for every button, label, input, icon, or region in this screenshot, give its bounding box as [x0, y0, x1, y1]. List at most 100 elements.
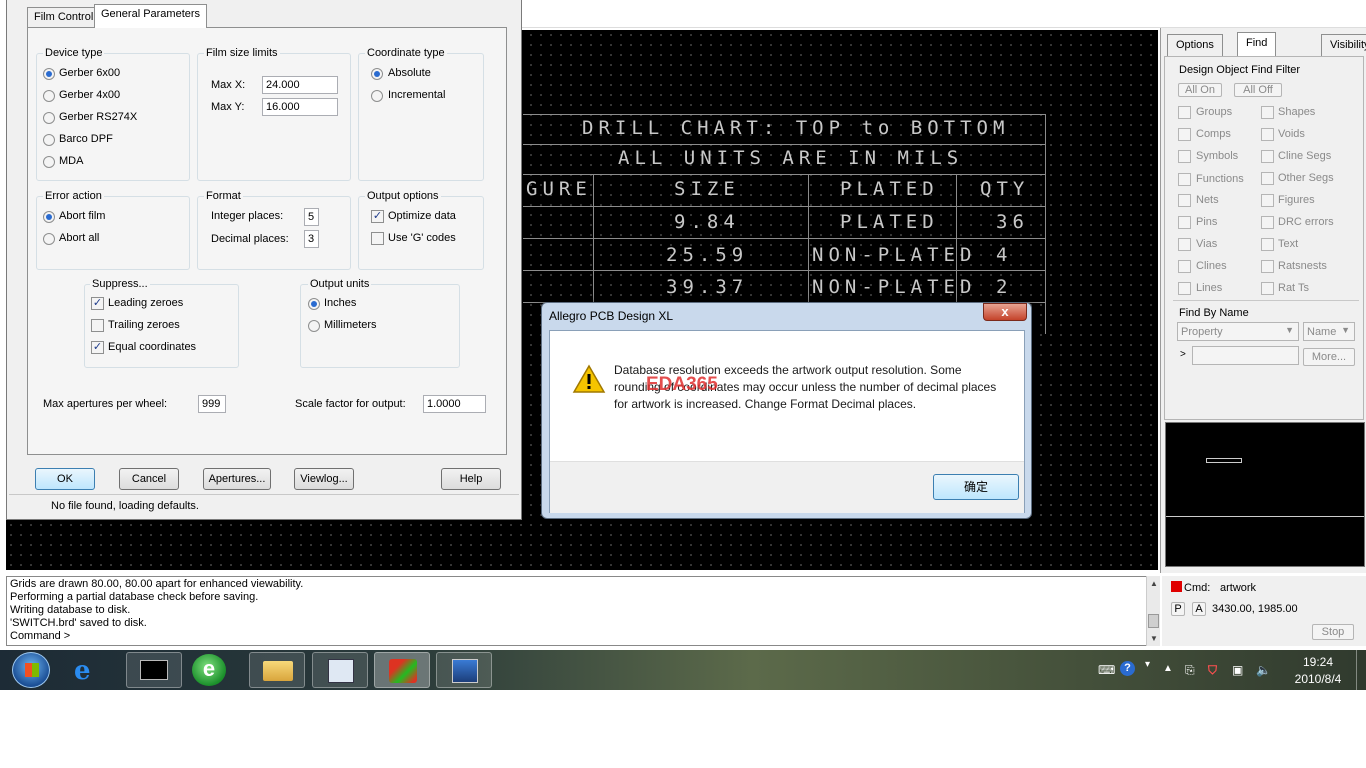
pins-checkbox[interactable]: [1178, 216, 1191, 229]
language-icon[interactable]: ▾: [1145, 659, 1150, 670]
internet-explorer-icon[interactable]: e: [74, 658, 108, 684]
scroll-up-icon[interactable]: ▲: [1150, 579, 1158, 588]
comps-checkbox[interactable]: [1178, 128, 1191, 141]
film-size-title: Film size limits: [204, 47, 280, 59]
cline-segs-checkbox[interactable]: [1261, 150, 1274, 163]
command-prompt[interactable]: Command >: [10, 630, 1156, 643]
property-dropdown[interactable]: Property ▼: [1177, 322, 1299, 341]
device-gerber-4x00-radio[interactable]: [43, 90, 55, 102]
use-g-codes-checkbox[interactable]: [371, 232, 384, 245]
symbols-checkbox[interactable]: [1178, 150, 1191, 163]
tab-find[interactable]: Find: [1237, 32, 1277, 56]
device-mda-radio[interactable]: [43, 156, 55, 168]
use-g-codes-label: Use 'G' codes: [388, 232, 456, 244]
drill-cell: 4: [996, 244, 1013, 266]
minimap-divider: [1166, 516, 1364, 517]
integer-places-input[interactable]: 5: [304, 208, 319, 226]
all-on-button[interactable]: All On: [1178, 83, 1222, 97]
leading-zeroes-checkbox[interactable]: ✓: [91, 297, 104, 310]
browser-icon[interactable]: e: [192, 654, 226, 686]
tab-film-control[interactable]: Film Control: [27, 7, 101, 27]
filter-item-label: Cline Segs: [1278, 150, 1332, 162]
other-segs-checkbox[interactable]: [1261, 172, 1274, 185]
tab-general-parameters[interactable]: General Parameters: [94, 4, 208, 28]
equal-coordinates-checkbox[interactable]: ✓: [91, 341, 104, 354]
groups-checkbox[interactable]: [1178, 106, 1191, 119]
console-output[interactable]: Grids are drawn 80.00, 80.00 apart for e…: [6, 576, 1160, 646]
alert-body: Database resolution exceeds the artwork …: [549, 330, 1025, 513]
taskbar-app-button[interactable]: [312, 652, 368, 688]
filter-item-label: Lines: [1196, 282, 1223, 294]
drill-cell: NON-PLATED: [812, 244, 977, 266]
millimeters-radio[interactable]: [308, 320, 320, 332]
cancel-button[interactable]: Cancel: [119, 468, 179, 490]
drill-cell: NON-PLATED: [812, 276, 977, 298]
volume-icon[interactable]: 🔈: [1256, 663, 1271, 677]
find-name-input[interactable]: [1192, 346, 1299, 365]
trailing-zeroes-checkbox[interactable]: [91, 319, 104, 332]
max-apertures-input[interactable]: 999: [198, 395, 226, 413]
taskbar-allegro-button[interactable]: [374, 652, 430, 688]
device-gerber-rs274x-radio[interactable]: [43, 112, 55, 124]
drc-errors-checkbox[interactable]: [1261, 216, 1274, 229]
world-view-minimap[interactable]: [1165, 422, 1365, 567]
optimize-data-checkbox[interactable]: ✓: [371, 210, 384, 223]
close-button[interactable]: x: [983, 303, 1027, 321]
figures-checkbox[interactable]: [1261, 194, 1274, 207]
start-button[interactable]: [12, 652, 50, 688]
a-button[interactable]: A: [1192, 602, 1206, 616]
name-label: Name: [1307, 326, 1337, 338]
clock[interactable]: 19:24 2010/8/4: [1288, 655, 1348, 686]
taskbar-app2-button[interactable]: [436, 652, 492, 688]
network-icon[interactable]: ▣: [1232, 663, 1243, 677]
rat-ts-checkbox[interactable]: [1261, 282, 1274, 295]
max-x-input[interactable]: 24.000: [262, 76, 338, 94]
inches-radio[interactable]: [308, 298, 320, 310]
voids-checkbox[interactable]: [1261, 128, 1274, 141]
shapes-checkbox[interactable]: [1261, 106, 1274, 119]
alert-footer: 确定: [550, 461, 1024, 513]
abort-all-radio[interactable]: [43, 233, 55, 245]
tab-visibility[interactable]: Visibility: [1321, 34, 1366, 56]
console-scrollbar[interactable]: ▲ ▼: [1146, 576, 1160, 646]
functions-checkbox[interactable]: [1178, 173, 1191, 186]
vias-checkbox[interactable]: [1178, 238, 1191, 251]
p-button[interactable]: P: [1171, 602, 1185, 616]
incremental-radio[interactable]: [371, 90, 383, 102]
scale-factor-input[interactable]: 1.0000: [423, 395, 486, 413]
help-icon[interactable]: ?: [1120, 661, 1135, 676]
decimal-places-input[interactable]: 3: [304, 230, 319, 248]
taskbar-cmd-button[interactable]: [126, 652, 182, 688]
device-barco-dpf-radio[interactable]: [43, 134, 55, 146]
all-off-button[interactable]: All Off: [1234, 83, 1282, 97]
clines-checkbox[interactable]: [1178, 260, 1191, 273]
ratsnests-checkbox[interactable]: [1261, 260, 1274, 273]
apertures-button[interactable]: Apertures...: [203, 468, 271, 490]
confirm-button[interactable]: 确定: [933, 474, 1019, 500]
absolute-radio[interactable]: [371, 68, 383, 80]
scroll-down-icon[interactable]: ▼: [1150, 634, 1158, 643]
text-checkbox[interactable]: [1261, 238, 1274, 251]
stop-button[interactable]: Stop: [1312, 624, 1354, 640]
suppress-title: Suppress...: [90, 278, 150, 290]
usb-icon[interactable]: ⎘: [1185, 663, 1195, 678]
help-button[interactable]: Help: [441, 468, 501, 490]
keyboard-icon[interactable]: ⌨: [1098, 663, 1115, 677]
nets-checkbox[interactable]: [1178, 194, 1191, 207]
scroll-thumb[interactable]: [1148, 614, 1159, 628]
ok-button[interactable]: OK: [35, 468, 95, 490]
more-button[interactable]: More...: [1303, 348, 1355, 366]
tab-options[interactable]: Options: [1167, 34, 1223, 56]
name-dropdown[interactable]: Name ▼: [1303, 322, 1355, 341]
show-desktop-button[interactable]: [1356, 650, 1366, 690]
lines-checkbox[interactable]: [1178, 282, 1191, 295]
device-gerber-6x00-radio[interactable]: [43, 68, 55, 80]
max-y-input[interactable]: 16.000: [262, 98, 338, 116]
taskbar-explorer-button[interactable]: [249, 652, 305, 688]
output-options-title: Output options: [365, 190, 441, 202]
tray-expand-icon[interactable]: ▲: [1163, 663, 1173, 674]
viewlog-button[interactable]: Viewlog...: [294, 468, 354, 490]
status-bar: No file found, loading defaults.: [9, 494, 519, 516]
antivirus-icon[interactable]: ⛉: [1208, 663, 1217, 678]
abort-film-radio[interactable]: [43, 211, 55, 223]
